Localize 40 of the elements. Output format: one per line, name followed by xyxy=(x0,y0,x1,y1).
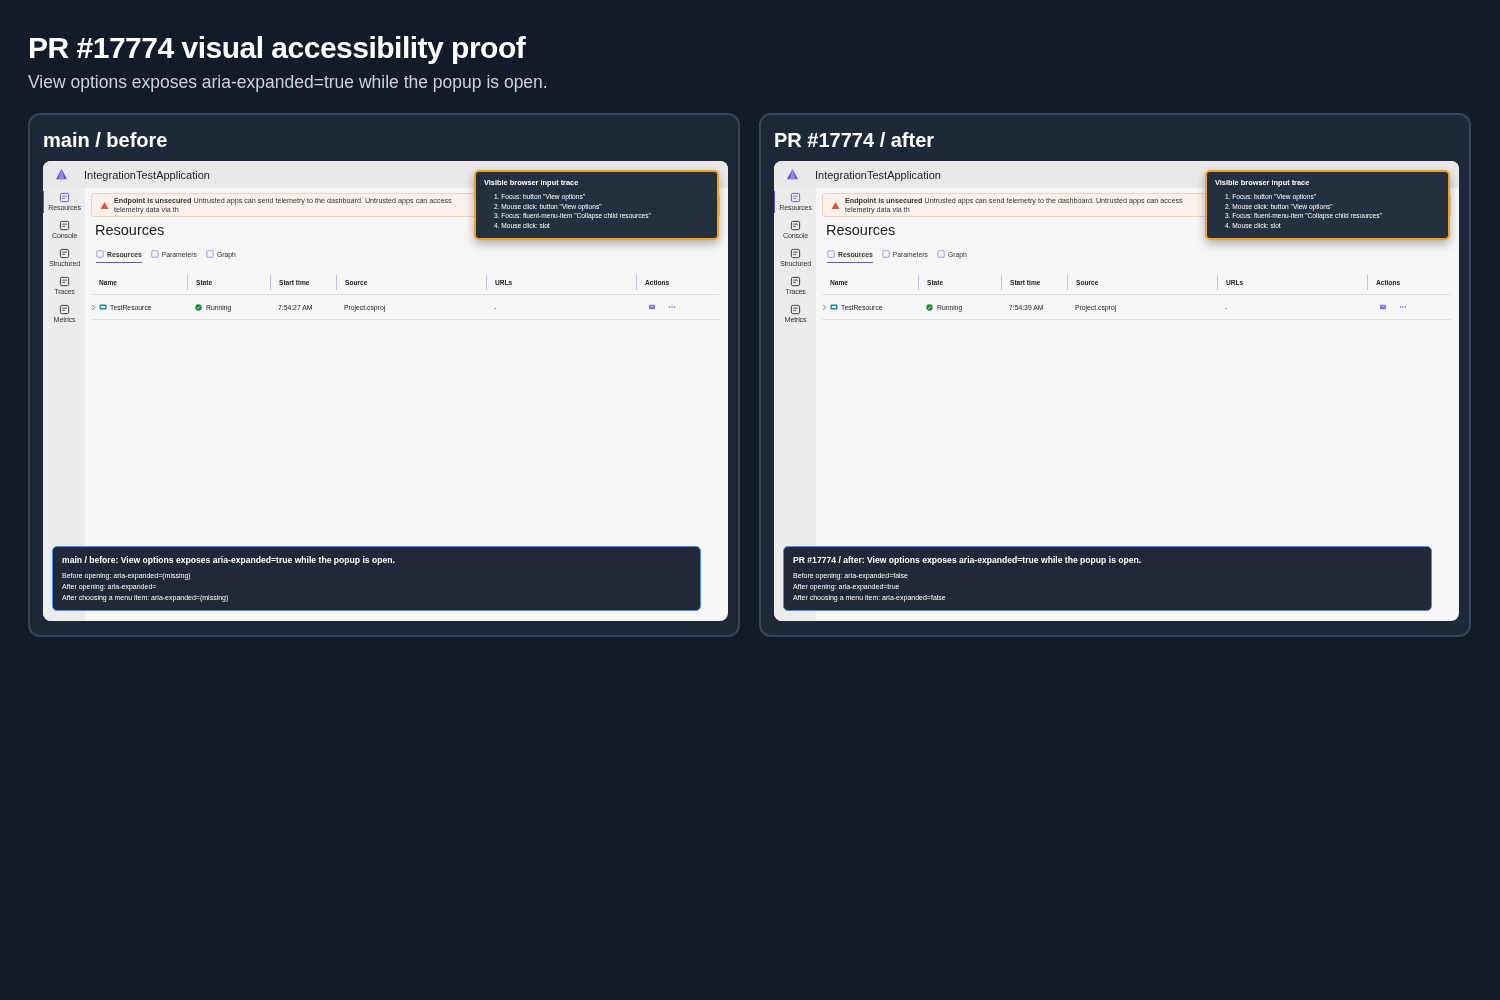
success-icon xyxy=(195,303,202,311)
tab-icon xyxy=(827,250,835,258)
tab-icon xyxy=(881,250,890,258)
panel-title: main / before xyxy=(43,128,169,153)
nav-icon xyxy=(59,276,70,287)
chevron-icon[interactable] xyxy=(91,303,96,311)
nav-icon xyxy=(790,248,801,259)
page-subtitle: View options exposes aria-expanded=true while the popup is open. xyxy=(28,72,549,93)
logo-icon xyxy=(55,168,68,181)
nav-icon xyxy=(59,304,70,315)
result-title: PR #17774 / after: View options exposes aria-expanded=true while the popup is open. xyxy=(793,555,1143,565)
more-icon[interactable] xyxy=(1399,305,1407,309)
success-icon xyxy=(926,303,933,311)
chevron-icon[interactable] xyxy=(822,303,827,311)
nav-icon xyxy=(790,220,801,231)
nav-icon xyxy=(790,276,801,287)
nav-icon xyxy=(59,248,70,259)
warning-icon xyxy=(831,200,840,210)
nav-icon xyxy=(790,304,801,315)
nav-icon xyxy=(790,192,801,203)
app-title: IntegrationTestApplication xyxy=(815,168,941,181)
page-title: PR #17774 visual accessibility proof xyxy=(28,30,527,66)
app-title: IntegrationTestApplication xyxy=(84,168,210,181)
tab-icon xyxy=(96,250,104,258)
tab-icon xyxy=(936,250,945,258)
console-icon[interactable] xyxy=(1379,304,1387,310)
nav-icon xyxy=(59,192,70,203)
console-icon[interactable] xyxy=(648,304,656,310)
panel-title: PR #17774 / after xyxy=(774,128,936,153)
tab-icon xyxy=(150,250,159,258)
resource-icon xyxy=(99,303,107,311)
result-title: main / before: View options exposes aria-expanded=true while the popup is open. xyxy=(62,555,396,565)
page-heading: Resources xyxy=(95,222,165,238)
resource-icon xyxy=(830,303,838,311)
tab-icon xyxy=(205,250,214,258)
page-heading: Resources xyxy=(826,222,896,238)
logo-icon xyxy=(786,168,799,181)
more-icon[interactable] xyxy=(668,305,676,309)
nav-icon xyxy=(59,220,70,231)
warning-icon xyxy=(100,200,109,210)
